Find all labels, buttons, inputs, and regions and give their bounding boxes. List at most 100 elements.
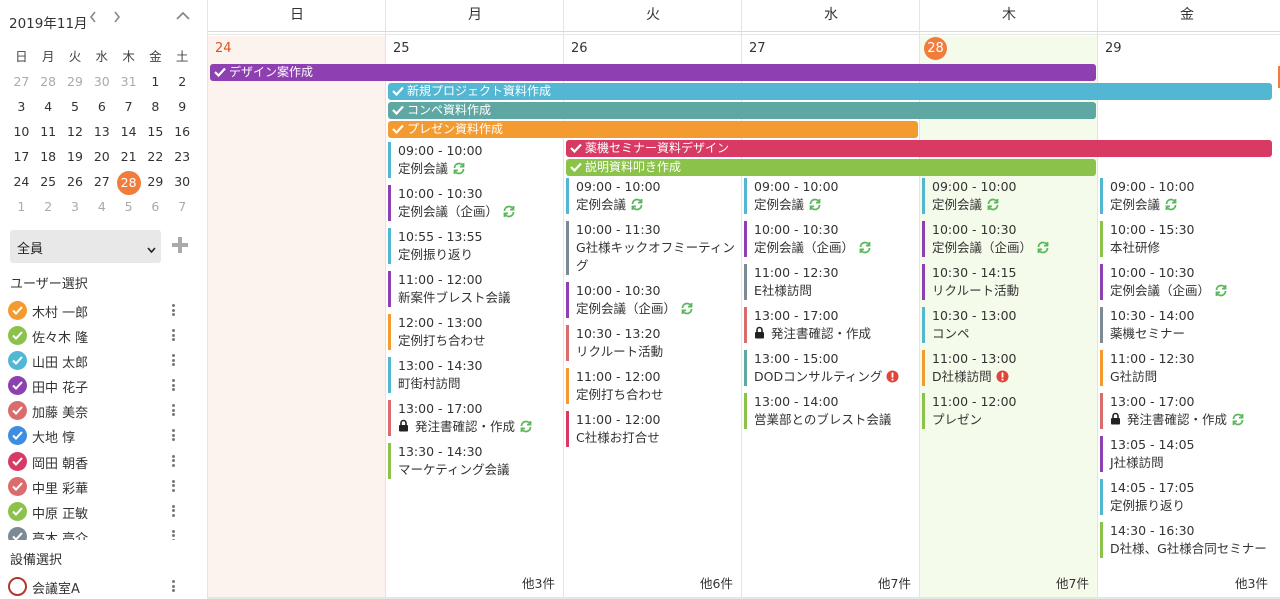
more-events-link[interactable]: 他3件	[1235, 573, 1268, 592]
allday-event[interactable]: 薬機セミナー資料デザイン	[566, 140, 1272, 157]
mini-day[interactable]: 12	[62, 121, 89, 146]
user-item[interactable]: 田中 花子	[8, 373, 198, 398]
event-item[interactable]: 09:00 - 10:00 定例会議	[566, 178, 738, 214]
event-item[interactable]: 10:55 - 13:55 定例振り返り	[388, 228, 560, 264]
mini-day[interactable]: 10	[8, 121, 35, 146]
user-checkbox[interactable]	[8, 401, 27, 421]
user-checkbox[interactable]	[8, 451, 27, 471]
event-item[interactable]: 10:00 - 10:30 定例会議（企画）	[1100, 264, 1272, 300]
mini-day[interactable]: 1	[142, 71, 169, 96]
kebab-menu-icon[interactable]	[172, 353, 176, 367]
mini-day[interactable]: 13	[88, 121, 115, 146]
mini-day[interactable]: 4	[35, 96, 62, 121]
user-item[interactable]: 佐々木 隆	[8, 323, 198, 348]
event-item[interactable]: 10:00 - 10:30 定例会議（企画）	[566, 282, 738, 318]
event-item[interactable]: 13:00 - 15:00 DODコンサルティング	[744, 350, 916, 386]
event-item[interactable]: 10:00 - 15:30 本社研修	[1100, 221, 1272, 257]
mini-day[interactable]: 26	[62, 171, 89, 196]
mini-day[interactable]: 6	[88, 96, 115, 121]
allday-event[interactable]: プレゼン資料作成	[388, 121, 918, 138]
mini-day[interactable]: 30	[169, 171, 196, 196]
event-item[interactable]: 14:05 - 17:05 定例振り返り	[1100, 479, 1272, 515]
mini-day[interactable]: 16	[169, 121, 196, 146]
user-item[interactable]: 木村 一郎	[8, 298, 198, 323]
mini-day[interactable]: 19	[62, 146, 89, 171]
allday-event[interactable]: デザイン案作成	[210, 64, 1096, 81]
date-number[interactable]: 25	[393, 41, 410, 56]
mini-day[interactable]: 14	[115, 121, 142, 146]
mini-day[interactable]: 3	[8, 96, 35, 121]
date-number[interactable]: 27	[749, 41, 766, 56]
event-item[interactable]: 10:30 - 13:20 リクルート活動	[566, 325, 738, 361]
more-events-link[interactable]: 他7件	[878, 573, 911, 592]
event-item[interactable]: 10:00 - 11:30 G社様キックオフミーティング	[566, 221, 738, 275]
event-item[interactable]: 10:00 - 10:30 定例会議（企画）	[922, 221, 1094, 257]
event-item[interactable]: 11:00 - 12:30 E社様訪問	[744, 264, 916, 300]
facility-item[interactable]: 会議室A	[8, 574, 198, 598]
kebab-menu-icon[interactable]	[172, 529, 176, 540]
mini-day[interactable]: 9	[169, 96, 196, 121]
more-events-link[interactable]: 他6件	[700, 573, 733, 592]
event-item[interactable]: 13:00 - 14:00 営業部とのブレスト会議	[744, 393, 916, 429]
facility-checkbox[interactable]	[8, 577, 27, 596]
user-item[interactable]: 山田 太郎	[8, 348, 198, 373]
event-item[interactable]: 10:30 - 13:00 コンペ	[922, 307, 1094, 343]
mini-day[interactable]: 25	[35, 171, 62, 196]
event-item[interactable]: 11:00 - 12:00 C社様お打合せ	[566, 411, 738, 447]
mini-day[interactable]: 17	[8, 146, 35, 171]
kebab-menu-icon[interactable]	[172, 378, 176, 392]
plus-icon[interactable]	[171, 236, 189, 254]
event-item[interactable]: 13:00 - 17:00 発注書確認・作成	[388, 400, 560, 436]
mini-day[interactable]: 8	[142, 96, 169, 121]
user-checkbox[interactable]	[8, 326, 27, 346]
mini-day[interactable]: 2	[169, 71, 196, 96]
user-checkbox[interactable]	[8, 376, 27, 396]
mini-day[interactable]: 21	[115, 146, 142, 171]
user-checkbox[interactable]	[8, 301, 27, 320]
allday-event[interactable]: 新規プロジェクト資料作成	[388, 83, 1272, 100]
allday-event[interactable]: 説明資料叩き作成	[566, 159, 1096, 176]
mini-day[interactable]: 6	[142, 196, 169, 221]
event-item[interactable]: 11:00 - 12:00 新案件ブレスト会議	[388, 271, 560, 307]
chevron-left-icon[interactable]	[89, 11, 97, 27]
chevron-right-icon[interactable]	[113, 11, 121, 27]
user-checkbox[interactable]	[8, 351, 27, 371]
event-item[interactable]: 09:00 - 10:00 定例会議	[388, 142, 560, 178]
mini-day[interactable]: 20	[88, 146, 115, 171]
mini-day[interactable]: 18	[35, 146, 62, 171]
event-item[interactable]: 11:00 - 12:00 プレゼン	[922, 393, 1094, 429]
user-checkbox[interactable]	[8, 501, 27, 521]
kebab-menu-icon[interactable]	[172, 454, 176, 468]
event-item[interactable]: 10:00 - 10:30 定例会議（企画）	[744, 221, 916, 257]
date-number[interactable]: 29	[1105, 41, 1122, 56]
kebab-menu-icon[interactable]	[172, 479, 176, 493]
mini-day[interactable]: 2	[35, 196, 62, 221]
mini-day[interactable]: 22	[142, 146, 169, 171]
mini-day[interactable]: 27	[88, 171, 115, 196]
mini-day[interactable]: 30	[88, 71, 115, 96]
kebab-menu-icon[interactable]	[172, 403, 176, 417]
event-item[interactable]: 11:00 - 12:30 G社訪問	[1100, 350, 1272, 386]
user-item[interactable]: 岡田 朝香	[8, 449, 198, 474]
kebab-menu-icon[interactable]	[172, 328, 176, 342]
day-column[interactable]: 日 24	[208, 0, 386, 599]
event-item[interactable]: 13:00 - 14:30 町街村訪問	[388, 357, 560, 393]
event-item[interactable]: 10:30 - 14:00 薬機セミナー	[1100, 307, 1272, 343]
event-item[interactable]: 13:00 - 17:00 発注書確認・作成	[1100, 393, 1272, 429]
event-item[interactable]: 13:30 - 14:30 マーケティング会議	[388, 443, 560, 479]
event-item[interactable]: 09:00 - 10:00 定例会議	[1100, 178, 1272, 214]
today-date-number[interactable]: 28	[924, 37, 947, 60]
user-checkbox[interactable]	[8, 426, 27, 446]
mini-day[interactable]: 11	[35, 121, 62, 146]
kebab-menu-icon[interactable]	[172, 303, 176, 317]
user-checkbox[interactable]	[8, 476, 27, 496]
user-item[interactable]: 大地 惇	[8, 423, 198, 448]
date-number[interactable]: 24	[215, 41, 232, 56]
mini-day[interactable]: 15	[142, 121, 169, 146]
user-item[interactable]: 中原 正敏	[8, 499, 198, 524]
event-item[interactable]: 09:00 - 10:00 定例会議	[922, 178, 1094, 214]
event-item[interactable]: 11:00 - 13:00 D社様訪問	[922, 350, 1094, 386]
kebab-menu-icon[interactable]	[172, 504, 176, 518]
mini-day[interactable]: 27	[8, 71, 35, 96]
more-events-link[interactable]: 他7件	[1056, 573, 1089, 592]
